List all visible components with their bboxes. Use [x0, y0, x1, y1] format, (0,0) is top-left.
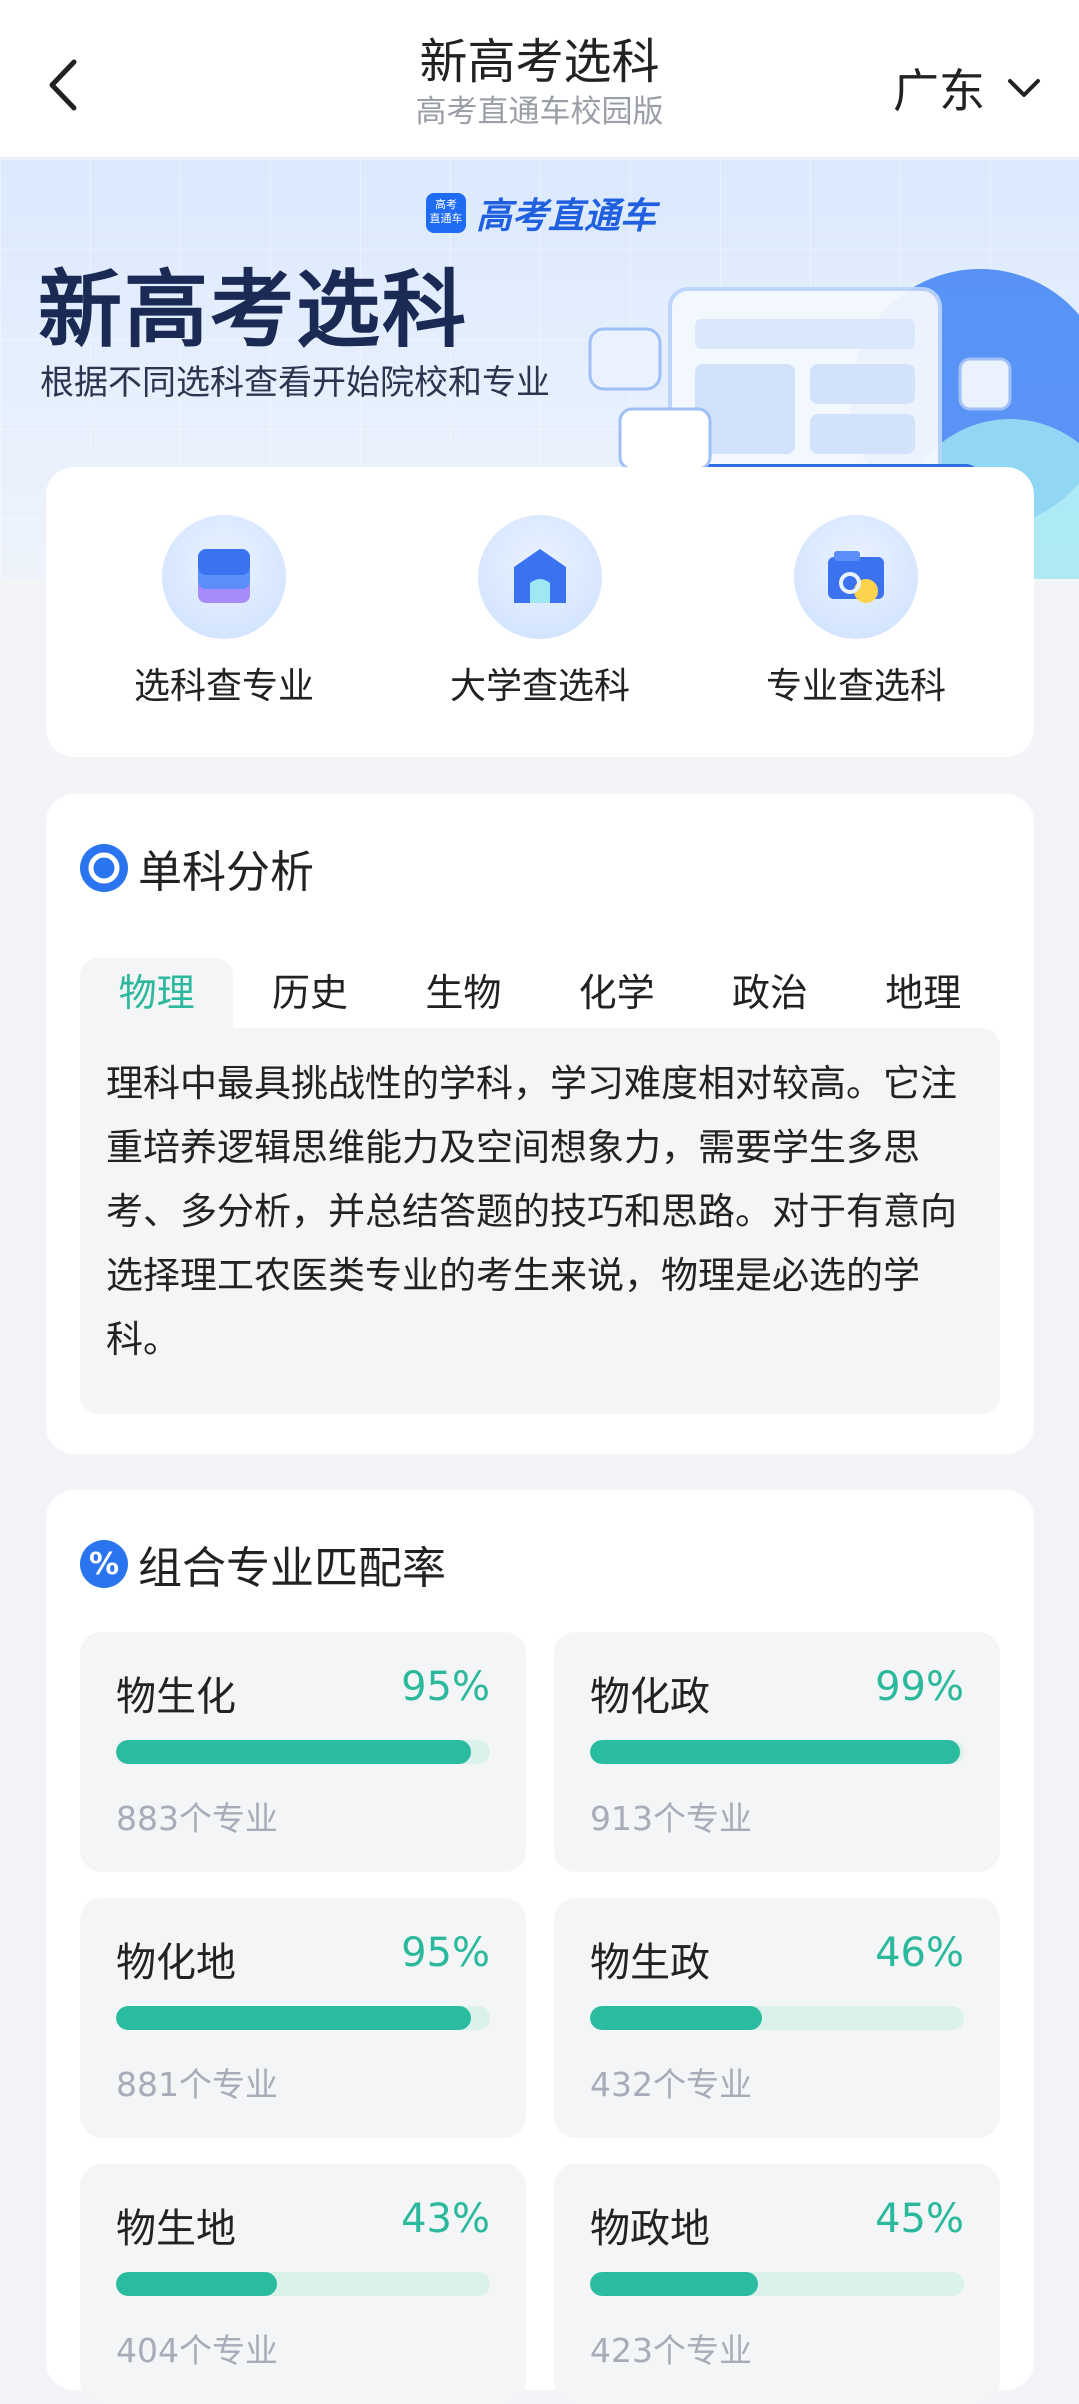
quick-action-label: 选科查专业: [133, 666, 314, 707]
combination-name: 物生化: [116, 1674, 236, 1720]
tab-history[interactable]: 历史: [233, 958, 386, 1028]
section-title: 单科分析: [138, 847, 314, 898]
combination-item[interactable]: 物生地 43% 404个专业: [80, 2164, 526, 2404]
major-count: 432个专业: [590, 2065, 752, 2104]
stack-icon: [162, 515, 286, 639]
combination-name: 物生政: [590, 1940, 710, 1986]
match-bar-fill: [116, 2006, 472, 2030]
section-title: 组合专业匹配率: [138, 1543, 446, 1594]
match-bar-fill: [116, 2272, 277, 2296]
region-label: 广东: [893, 64, 985, 118]
combination-percent: 99%: [875, 1664, 964, 1710]
subject-description: 理科中最具挑战性的学科，学习难度相对较高。它注重培养逻辑思维能力及空间想象力，需…: [106, 1062, 957, 1361]
match-bar-fill: [590, 1740, 961, 1764]
combination-item[interactable]: 物生化 95% 883个专业: [80, 1632, 526, 1872]
match-bar: [590, 2006, 964, 2030]
match-bar: [116, 2006, 490, 2030]
match-bar: [116, 2272, 490, 2296]
combination-item[interactable]: 物化地 95% 881个专业: [80, 1898, 526, 2138]
combination-percent: 46%: [875, 1930, 964, 1976]
folder-search-icon: [794, 515, 918, 639]
tab-geography[interactable]: 地理: [847, 958, 1000, 1028]
top-bar: 新高考选科 高考直通车校园版 广东: [0, 0, 1079, 158]
tab-biology[interactable]: 生物: [387, 958, 540, 1028]
combination-item[interactable]: 物政地 45% 423个专业: [554, 2164, 1000, 2404]
quick-action-label: 专业查选科: [765, 666, 946, 707]
combination-name: 物政地: [590, 2206, 710, 2252]
match-bar-fill: [116, 1740, 472, 1764]
quick-action-major-to-subject[interactable]: 专业查选科: [726, 515, 986, 709]
chevron-down-icon: [1008, 79, 1040, 97]
quick-action-subject-to-major[interactable]: 选科查专业: [94, 515, 354, 709]
combination-percent: 95%: [401, 1930, 490, 1976]
section-header: % 组合专业匹配率: [80, 1532, 446, 1596]
subject-description-box: 理科中最具挑战性的学科，学习难度相对较高。它注重培养逻辑思维能力及空间想象力，需…: [80, 1028, 1000, 1414]
subject-tabs: 物理 历史 生物 化学 政治 地理: [80, 958, 1000, 1028]
major-count: 881个专业: [116, 2065, 278, 2104]
major-count: 423个专业: [590, 2331, 752, 2370]
tab-physics[interactable]: 物理: [80, 958, 234, 1028]
match-bar: [590, 1740, 964, 1764]
major-count: 913个专业: [590, 1799, 752, 1838]
combination-percent: 45%: [875, 2196, 964, 2242]
combination-name: 物化地: [116, 1940, 236, 1986]
target-icon: [80, 844, 128, 892]
match-bar: [116, 1740, 490, 1764]
combination-item[interactable]: 物生政 46% 432个专业: [554, 1898, 1000, 2138]
region-selector[interactable]: 广东: [893, 58, 1041, 118]
combination-name: 物化政: [590, 1674, 710, 1720]
banner-description: 根据不同选科查看开始院校和专业: [40, 363, 550, 403]
percent-icon: %: [80, 1540, 128, 1588]
tab-chemistry[interactable]: 化学: [540, 958, 693, 1028]
combination-grid: 物生化 95% 883个专业 物化政 99% 913个专业 物化地 95% 88…: [80, 1632, 1000, 2404]
combination-match-card: % 组合专业匹配率 物生化 95% 883个专业 物化政 99% 913个专业 …: [46, 1490, 1034, 2404]
quick-action-university-to-subject[interactable]: 大学查选科: [410, 515, 670, 709]
combination-name: 物生地: [116, 2206, 236, 2252]
tab-politics[interactable]: 政治: [693, 958, 846, 1028]
match-bar-fill: [590, 2006, 763, 2030]
banner-title: 新高考选科: [38, 261, 469, 359]
combination-percent: 95%: [401, 1664, 490, 1710]
single-subject-analysis-card: 单科分析 物理 历史 生物 化学 政治 地理 理科中最具挑战性的学科，学习难度相…: [46, 794, 1034, 1454]
major-count: 404个专业: [116, 2331, 278, 2370]
match-bar-fill: [590, 2272, 759, 2296]
major-count: 883个专业: [116, 1799, 278, 1838]
section-header: 单科分析: [80, 836, 314, 900]
match-bar: [590, 2272, 964, 2296]
combination-percent: 43%: [401, 2196, 490, 2242]
building-icon: [478, 515, 602, 639]
brand-logo-icon: 高考 直通车: [426, 193, 466, 233]
combination-item[interactable]: 物化政 99% 913个专业: [554, 1632, 1000, 1872]
quick-actions-card: 选科查专业 大学查选科 专业查选科: [46, 467, 1034, 757]
quick-action-label: 大学查选科: [449, 666, 630, 707]
